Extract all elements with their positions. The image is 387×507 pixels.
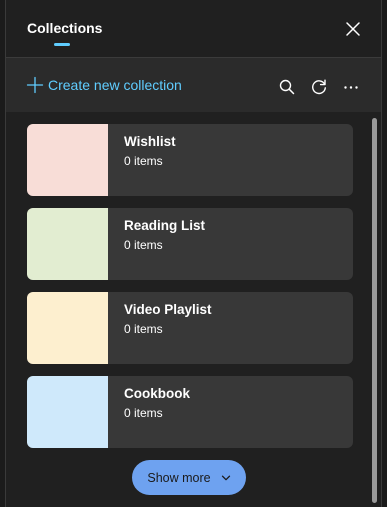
more-options-button[interactable]	[342, 78, 360, 96]
title-underline	[54, 43, 70, 46]
collection-thumbnail	[27, 292, 108, 364]
collections-panel: Collections Create new collection Wishli…	[5, 0, 382, 507]
plus-icon	[26, 76, 44, 94]
collection-card-cookbook[interactable]: Cookbook 0 items	[27, 376, 353, 448]
collection-item-count: 0 items	[124, 322, 163, 336]
show-more-label: Show more	[147, 470, 211, 485]
collection-item-count: 0 items	[124, 406, 163, 420]
scrollbar-thumb[interactable]	[372, 118, 377, 503]
collection-name: Wishlist	[124, 134, 176, 149]
create-new-collection-button[interactable]: Create new collection	[26, 76, 182, 94]
refresh-icon	[312, 79, 326, 95]
collection-card-reading-list[interactable]: Reading List 0 items	[27, 208, 353, 280]
chevron-down-icon	[221, 475, 230, 480]
toolbar: Create new collection	[6, 59, 381, 112]
collection-thumbnail	[27, 376, 108, 448]
collection-thumbnail	[27, 124, 108, 196]
collection-name: Video Playlist	[124, 302, 212, 317]
close-icon	[346, 22, 360, 36]
collection-name: Reading List	[124, 218, 206, 233]
create-new-collection-label: Create new collection	[48, 77, 182, 93]
show-more-button[interactable]: Show more	[132, 460, 246, 495]
close-button[interactable]	[343, 19, 363, 39]
collection-name: Cookbook	[124, 386, 190, 401]
collection-thumbnail	[27, 208, 108, 280]
more-icon	[344, 86, 358, 89]
scrollbar[interactable]	[369, 112, 381, 507]
collection-card-wishlist[interactable]: Wishlist 0 items	[27, 124, 353, 196]
panel-title: Collections	[27, 20, 103, 36]
collection-item-count: 0 items	[124, 238, 163, 252]
collection-item-count: 0 items	[124, 154, 163, 168]
search-icon	[279, 79, 295, 95]
collection-card-video-playlist[interactable]: Video Playlist 0 items	[27, 292, 353, 364]
panel-header: Collections	[6, 0, 381, 58]
collections-list: Wishlist 0 items Reading List 0 items Vi…	[6, 112, 381, 507]
refresh-button[interactable]	[310, 78, 328, 96]
search-button[interactable]	[278, 78, 296, 96]
